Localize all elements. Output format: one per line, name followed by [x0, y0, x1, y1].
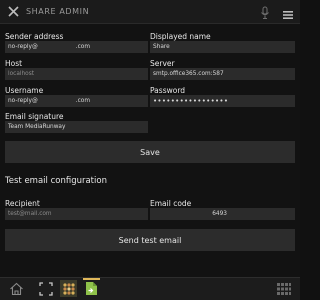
microphone-icon[interactable] [259, 5, 271, 19]
host-label: Host [5, 59, 23, 68]
username-suffix: .com [75, 98, 90, 104]
username-label: Username [5, 86, 44, 95]
sender-address-input[interactable]: no-reply@ .com [5, 41, 148, 53]
displayed-name-input[interactable]: Share [150, 41, 295, 53]
displayed-name-value: Share [153, 44, 170, 50]
password-label: Password [150, 86, 186, 95]
displayed-name-label: Displayed name [150, 32, 211, 41]
fullscreen-icon[interactable] [37, 280, 54, 297]
host-input[interactable]: localhost [5, 68, 148, 80]
email-code-value: 6493 [212, 211, 227, 217]
sender-address-suffix: .com [75, 44, 90, 50]
password-value: ••••••••••••••••• [153, 97, 229, 105]
email-code-label: Email code [150, 199, 192, 208]
email-signature-value: Team MediaRunway [8, 124, 66, 130]
username-input[interactable]: no-reply@ .com [5, 95, 148, 107]
close-icon[interactable] [4, 3, 22, 21]
home-icon[interactable] [8, 280, 25, 297]
server-label: Server [150, 59, 175, 68]
save-button[interactable]: Save [5, 141, 295, 163]
page-title: SHARE ADMIN [26, 7, 90, 16]
recipient-placeholder: test@mail.com [8, 211, 52, 217]
header-bar: SHARE ADMIN [0, 0, 300, 24]
email-signature-label: Email signature [5, 112, 64, 121]
test-email-section-title: Test email configuration [5, 176, 107, 186]
file-export-icon[interactable] [83, 278, 100, 297]
password-input[interactable]: ••••••••••••••••• [150, 95, 295, 107]
server-value: smtp.office365.com:587 [153, 71, 224, 77]
server-input[interactable]: smtp.office365.com:587 [150, 68, 295, 80]
host-placeholder: localhost [8, 71, 35, 77]
sender-address-prefix: no-reply@ [8, 44, 38, 50]
email-code-input[interactable]: 6493 [150, 208, 295, 220]
username-prefix: no-reply@ [8, 98, 38, 104]
send-test-email-button[interactable]: Send test email [5, 229, 295, 251]
recipient-input[interactable]: test@mail.com [5, 208, 148, 220]
email-signature-input[interactable]: Team MediaRunway [5, 121, 148, 133]
menu-icon[interactable] [282, 6, 294, 19]
sender-address-label: Sender address [5, 32, 64, 41]
share-admin-window: SHARE ADMIN Sender address no-reply@ .com… [0, 0, 300, 300]
recipient-label: Recipient [5, 199, 40, 208]
apps-grid-icon[interactable] [60, 280, 77, 297]
keypad-icon[interactable] [275, 280, 292, 297]
